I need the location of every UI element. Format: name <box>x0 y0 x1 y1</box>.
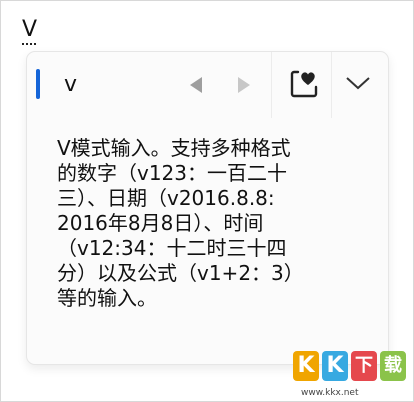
candidate-toolbar: v <box>27 52 388 118</box>
mode-description: V模式输入。支持多种格式 的数字（v123：一百二十 三）、日期（v2016.8… <box>57 136 304 310</box>
watermark-logo: K K 下 载 <box>293 351 411 391</box>
watermark-tile: 下 <box>351 351 377 381</box>
chevron-down-icon[interactable] <box>345 73 371 93</box>
composition-underline <box>22 43 36 45</box>
toolbar-divider <box>271 52 272 118</box>
triangle-left-icon[interactable] <box>190 77 202 93</box>
composition-text: V <box>22 17 38 42</box>
watermark-tile: 载 <box>380 351 406 381</box>
watermark-tile: K <box>322 351 348 381</box>
toolbar-divider <box>331 52 332 118</box>
ime-window: V v V模式输入。支持多种格式 的数字（v123：一百二十 三）、日期（v20… <box>0 0 414 402</box>
selection-indicator <box>36 69 40 99</box>
watermark-url: www.kkx.net <box>301 388 359 398</box>
candidate-panel: v V模式输入。支持多种格式 的数字（v123：一百二十 三）、日期（v2016… <box>26 51 389 365</box>
heart-in-box-icon[interactable] <box>289 69 319 99</box>
watermark-tile: K <box>293 351 319 381</box>
candidate-item[interactable]: v <box>64 72 77 98</box>
triangle-right-icon[interactable] <box>238 77 250 93</box>
